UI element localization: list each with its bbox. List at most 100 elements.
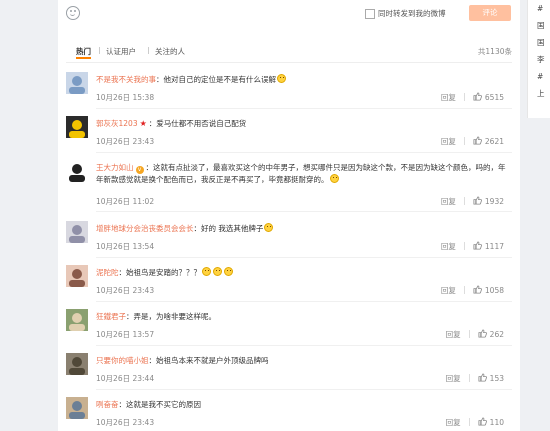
comment-time: 10月26日 23:43 xyxy=(96,418,155,427)
comment-item: 不是我不关我的事：他对自己的定位是不是有什么误解 10月26日 15:38 回复 65… xyxy=(66,72,512,112)
star-badge-icon: ★ xyxy=(139,119,147,128)
reply-button[interactable]: 回复 xyxy=(441,92,456,103)
avatar[interactable] xyxy=(66,309,88,331)
comment-actions: 回复 110 xyxy=(446,417,504,428)
comment-item: 只要你的喵小姐：始祖鸟本来不就是户外顶级品牌吗 10月26日 23:44 回复 153 xyxy=(66,353,512,393)
like-button[interactable]: 1117 xyxy=(473,241,504,251)
comment-total: 共1130条 xyxy=(477,47,512,56)
comment-text: ：始祖鸟是安踏的？？？ xyxy=(118,268,202,277)
reply-button[interactable]: 回复 xyxy=(446,417,461,428)
emoji-icon xyxy=(224,267,233,276)
like-count: 262 xyxy=(489,330,504,339)
comment-button[interactable]: 评论 xyxy=(469,5,511,21)
avatar[interactable] xyxy=(66,265,88,287)
like-count: 1058 xyxy=(484,286,504,295)
comment-time: 10月26日 23:43 xyxy=(96,137,155,146)
comment-item: 咧奋奋：这就是我不买它的原因 10月26日 23:43 回复 110 xyxy=(66,397,512,431)
avatar[interactable] xyxy=(66,116,88,138)
tab-hot[interactable]: 热门 xyxy=(76,46,91,59)
avatar[interactable] xyxy=(66,353,88,375)
like-button[interactable]: 2621 xyxy=(473,136,504,146)
sidebar-item[interactable]: 国 xyxy=(528,17,550,34)
comment-username[interactable]: 咧奋奋 xyxy=(96,400,119,409)
emoji-icon xyxy=(277,74,286,83)
comment-divider xyxy=(96,345,512,346)
right-sidebar: # 国 国 李 # 上 xyxy=(527,0,550,118)
like-button[interactable]: 110 xyxy=(478,417,504,427)
thumbs-up-icon xyxy=(473,196,482,205)
tab-following[interactable]: 关注的人 xyxy=(155,46,185,57)
like-count: 6515 xyxy=(484,93,504,102)
action-divider xyxy=(463,286,465,294)
action-divider xyxy=(463,137,465,145)
action-divider xyxy=(468,418,470,426)
comment-actions: 回复 2621 xyxy=(441,136,504,147)
comment-text: ：这就有点扯淡了，最喜欢买这个的中年男子，想买哪件只是因为缺这个款，不是因为缺这… xyxy=(96,163,506,184)
comment-divider xyxy=(96,211,512,212)
emoji-icon xyxy=(329,174,339,183)
comment-username[interactable]: 不是我不关我的事 xyxy=(96,75,156,84)
comment-text: ：始祖鸟本来不就是户外顶级品牌吗 xyxy=(148,356,269,365)
reply-button[interactable]: 回复 xyxy=(441,241,456,252)
like-button[interactable]: 262 xyxy=(478,329,504,339)
reply-button[interactable]: 回复 xyxy=(441,196,456,207)
like-count: 1932 xyxy=(484,197,504,206)
reply-button[interactable]: 回复 xyxy=(441,285,456,296)
emoji-icon xyxy=(202,267,211,276)
emoji-icon xyxy=(213,267,222,276)
avatar[interactable] xyxy=(66,72,88,94)
sidebar-item[interactable]: 李 xyxy=(528,51,550,68)
like-button[interactable]: 1932 xyxy=(473,196,504,206)
repost-checkbox[interactable] xyxy=(365,9,375,19)
sidebar-item[interactable]: # xyxy=(528,68,550,85)
avatar[interactable] xyxy=(66,397,88,419)
comment-actions: 回复 6515 xyxy=(441,92,504,103)
comment-body: 增胖地球分会治丧委员会会长：好的 我选其他牌子 xyxy=(96,223,506,235)
thumbs-up-icon xyxy=(473,136,482,145)
comment-time: 10月26日 13:57 xyxy=(96,330,155,339)
like-count: 110 xyxy=(489,418,504,427)
tab-divider xyxy=(99,47,100,54)
comment-panel: 同时转发到我的微博 评论 热门 认证用户 关注的人 共1130条 不是我不关我的… xyxy=(58,0,520,431)
comment-divider xyxy=(96,108,512,109)
reply-button[interactable]: 回复 xyxy=(441,136,456,147)
comment-divider xyxy=(96,389,512,390)
comment-actions: 回复 1058 xyxy=(441,285,504,296)
comment-divider xyxy=(96,257,512,258)
comment-username[interactable]: 只要你的喵小姐 xyxy=(96,356,149,365)
tabs-divider xyxy=(66,62,512,63)
comment-divider xyxy=(96,301,512,302)
like-button[interactable]: 1058 xyxy=(473,285,504,295)
repost-label[interactable]: 同时转发到我的微博 xyxy=(378,8,446,19)
thumbs-up-icon xyxy=(473,92,482,101)
action-divider xyxy=(463,197,465,205)
comment-body: 郭灰灰1203 ★ ：爱马仕都不用否说自己配货 xyxy=(96,118,506,130)
action-divider xyxy=(463,93,465,101)
smiley-icon[interactable] xyxy=(66,6,80,20)
comment-actions: 回复 1932 xyxy=(441,196,504,207)
sidebar-item[interactable]: 国 xyxy=(528,34,550,51)
comment-username[interactable]: 狂鐵君子 xyxy=(96,312,126,321)
comment-item: 泥陀陀：始祖鸟是安踏的？？？ 10月26日 23:43 回复 1058 xyxy=(66,265,512,305)
action-divider xyxy=(468,374,470,382)
action-divider xyxy=(463,242,465,250)
comment-time: 10月26日 23:44 xyxy=(96,374,155,383)
comment-text: ：爱马仕都不用否说自己配货 xyxy=(148,119,247,128)
comment-username[interactable]: 王大力如山 xyxy=(96,163,134,172)
sidebar-item[interactable]: # xyxy=(528,0,550,17)
like-button[interactable]: 6515 xyxy=(473,92,504,102)
reply-button[interactable]: 回复 xyxy=(446,329,461,340)
avatar[interactable] xyxy=(66,160,88,182)
comment-body: 王大力如山 v ：这就有点扯淡了，最喜欢买这个的中年男子，想买哪件只是因为缺这个款，… xyxy=(96,162,506,186)
comment-username[interactable]: 郭灰灰1203 xyxy=(96,119,138,128)
comment-text: ：好的 我选其他牌子 xyxy=(193,224,264,233)
sidebar-item[interactable]: 上 xyxy=(528,85,550,102)
like-button[interactable]: 153 xyxy=(478,373,504,383)
avatar[interactable] xyxy=(66,221,88,243)
comment-username[interactable]: 泥陀陀 xyxy=(96,268,119,277)
comment-username[interactable]: 增胖地球分会治丧委员会会长 xyxy=(96,224,194,233)
reply-button[interactable]: 回复 xyxy=(446,373,461,384)
vip-badge-icon: v xyxy=(135,166,144,174)
comment-tabs: 热门 认证用户 关注的人 共1130条 xyxy=(66,46,512,62)
tab-verified-users[interactable]: 认证用户 xyxy=(106,46,136,57)
